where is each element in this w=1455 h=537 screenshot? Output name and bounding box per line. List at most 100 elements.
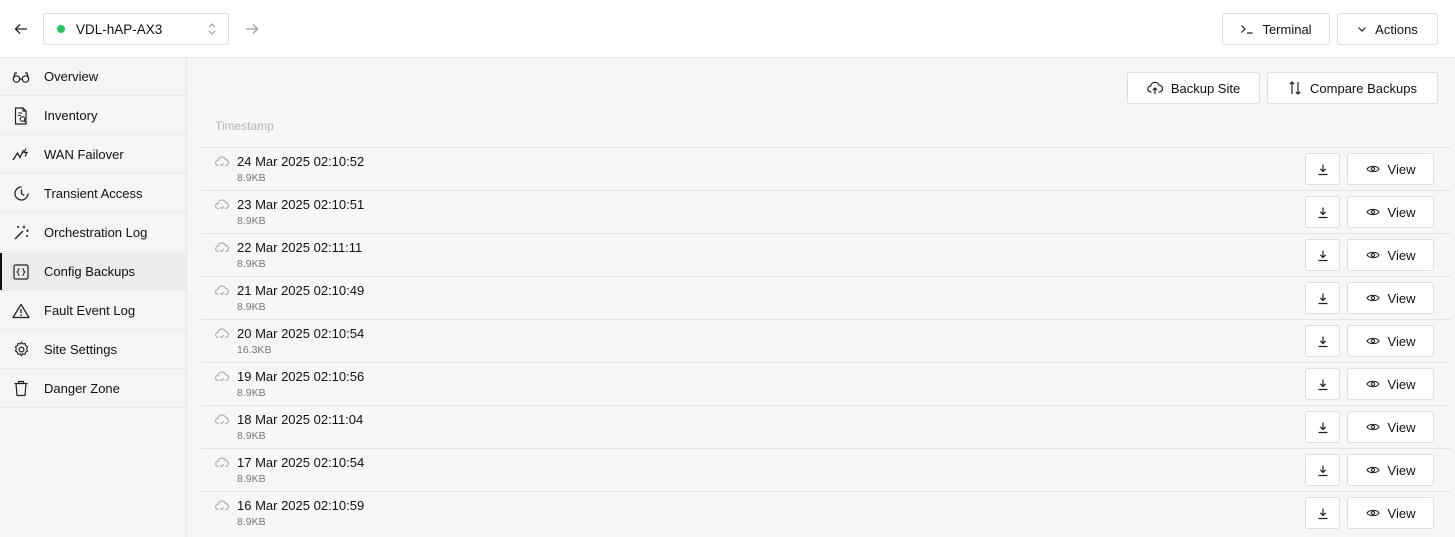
download-icon [1318, 422, 1327, 433]
backup-site-button[interactable]: Backup Site [1127, 72, 1260, 104]
view-button[interactable]: View [1347, 454, 1434, 486]
backup-size: 16.3KB [237, 344, 272, 356]
backup-size: 8.9KB [237, 430, 266, 442]
sidebar-item-label: Site Settings [44, 342, 117, 357]
backup-timestamp: 21 Mar 2025 02:10:49 [237, 283, 365, 298]
eye-icon [1365, 380, 1380, 388]
sidebar: Overview Inventory WAN Failover Transien… [0, 58, 187, 537]
actions-button[interactable]: Actions [1337, 13, 1438, 45]
sidebar-item-label: Danger Zone [44, 381, 120, 396]
site-status-dot [57, 25, 65, 33]
sidebar-item-wan-failover[interactable]: WAN Failover [0, 136, 186, 174]
eye-icon [1365, 466, 1380, 474]
table-row: 24 Mar 2025 02:10:52 8.9KB View [201, 147, 1451, 190]
eye-icon [1365, 251, 1380, 259]
sidebar-item-danger-zone[interactable]: Danger Zone [0, 370, 186, 408]
actions-label: Actions [1375, 21, 1418, 37]
download-icon [1318, 508, 1327, 519]
download-icon [1318, 465, 1327, 476]
backup-size: 8.9KB [237, 387, 266, 399]
backup-timestamp: 16 Mar 2025 02:10:59 [237, 498, 365, 513]
view-button[interactable]: View [1347, 196, 1434, 228]
column-header-timestamp: Timestamp [215, 119, 274, 133]
sidebar-item-label: Transient Access [44, 186, 143, 201]
chevron-down-icon [1358, 27, 1367, 32]
eye-icon [1365, 294, 1380, 302]
download-button[interactable] [1305, 325, 1340, 357]
cloud-check-icon [215, 500, 229, 511]
download-button[interactable] [1305, 239, 1340, 271]
glasses-icon [12, 68, 30, 86]
sidebar-item-label: Inventory [44, 108, 98, 123]
backup-size: 8.9KB [237, 473, 266, 485]
arrow-right-icon [246, 24, 259, 34]
document-search-icon [12, 106, 30, 125]
forward-button[interactable] [241, 18, 263, 40]
table-row: 20 Mar 2025 02:10:54 16.3KB View [201, 319, 1451, 362]
view-label: View [1387, 290, 1416, 306]
sidebar-item-label: Fault Event Log [44, 303, 136, 318]
backup-timestamp: 22 Mar 2025 02:11:11 [237, 240, 363, 255]
sidebar-item-overview[interactable]: Overview [0, 58, 186, 96]
view-label: View [1387, 462, 1416, 478]
cloud-check-icon [215, 328, 229, 339]
trash-icon [12, 380, 30, 398]
back-button[interactable] [10, 18, 32, 40]
cloud-check-icon [215, 285, 229, 296]
view-label: View [1387, 376, 1416, 392]
view-button[interactable]: View [1347, 153, 1434, 185]
download-icon [1318, 250, 1327, 261]
download-icon [1318, 293, 1327, 304]
sidebar-item-label: Config Backups [44, 264, 136, 279]
compare-backups-button[interactable]: Compare Backups [1267, 72, 1438, 104]
sidebar-item-label: Orchestration Log [44, 225, 148, 240]
backup-timestamp: 23 Mar 2025 02:10:51 [237, 197, 365, 212]
download-button[interactable] [1305, 497, 1340, 529]
download-button[interactable] [1305, 368, 1340, 400]
download-button[interactable] [1305, 411, 1340, 443]
eye-icon [1365, 509, 1380, 517]
backup-size: 8.9KB [237, 258, 266, 270]
sidebar-item-orchestration-log[interactable]: Orchestration Log [0, 214, 186, 252]
download-icon [1318, 379, 1327, 390]
download-button[interactable] [1305, 153, 1340, 185]
download-button[interactable] [1305, 454, 1340, 486]
cloud-check-icon [215, 242, 229, 253]
view-label: View [1387, 505, 1416, 521]
backup-size: 8.9KB [237, 516, 266, 528]
terminal-icon [1241, 25, 1253, 34]
view-button[interactable]: View [1347, 411, 1434, 443]
backup-size: 8.9KB [237, 172, 266, 184]
backup-size: 8.9KB [237, 301, 266, 313]
eye-icon [1365, 337, 1380, 345]
activity-zap-icon [12, 146, 30, 164]
cloud-upload-icon [1147, 81, 1163, 94]
chevron-up-down-icon [208, 23, 216, 35]
view-button[interactable]: View [1347, 497, 1434, 529]
table-row: 16 Mar 2025 02:10:59 8.9KB View [201, 491, 1451, 534]
sidebar-item-fault-event-log[interactable]: Fault Event Log [0, 292, 186, 330]
sidebar-item-inventory[interactable]: Inventory [0, 97, 186, 135]
view-button[interactable]: View [1347, 282, 1434, 314]
table-row: 22 Mar 2025 02:11:11 8.9KB View [201, 233, 1451, 276]
backup-timestamp: 24 Mar 2025 02:10:52 [237, 154, 365, 169]
eye-icon [1365, 208, 1380, 216]
download-button[interactable] [1305, 282, 1340, 314]
backup-timestamp: 18 Mar 2025 02:11:04 [237, 412, 364, 427]
view-label: View [1387, 161, 1416, 177]
cloud-check-icon [215, 371, 229, 382]
site-selector[interactable]: VDL-hAP-AX3 [43, 13, 229, 45]
table-row: 17 Mar 2025 02:10:54 8.9KB View [201, 448, 1451, 491]
sidebar-item-site-settings[interactable]: Site Settings [0, 331, 186, 369]
view-button[interactable]: View [1347, 325, 1434, 357]
terminal-button[interactable]: Terminal [1222, 13, 1330, 45]
view-button[interactable]: View [1347, 239, 1434, 271]
sidebar-item-transient-access[interactable]: Transient Access [0, 175, 186, 213]
view-button[interactable]: View [1347, 368, 1434, 400]
magic-wand-icon [12, 224, 30, 242]
sidebar-item-config-backups[interactable]: Config Backups [0, 253, 186, 291]
download-button[interactable] [1305, 196, 1340, 228]
main-content: Backup Site Compare Backups Timestamp 24… [187, 58, 1455, 537]
cloud-check-icon [215, 199, 229, 210]
sidebar-item-label: WAN Failover [44, 147, 124, 162]
